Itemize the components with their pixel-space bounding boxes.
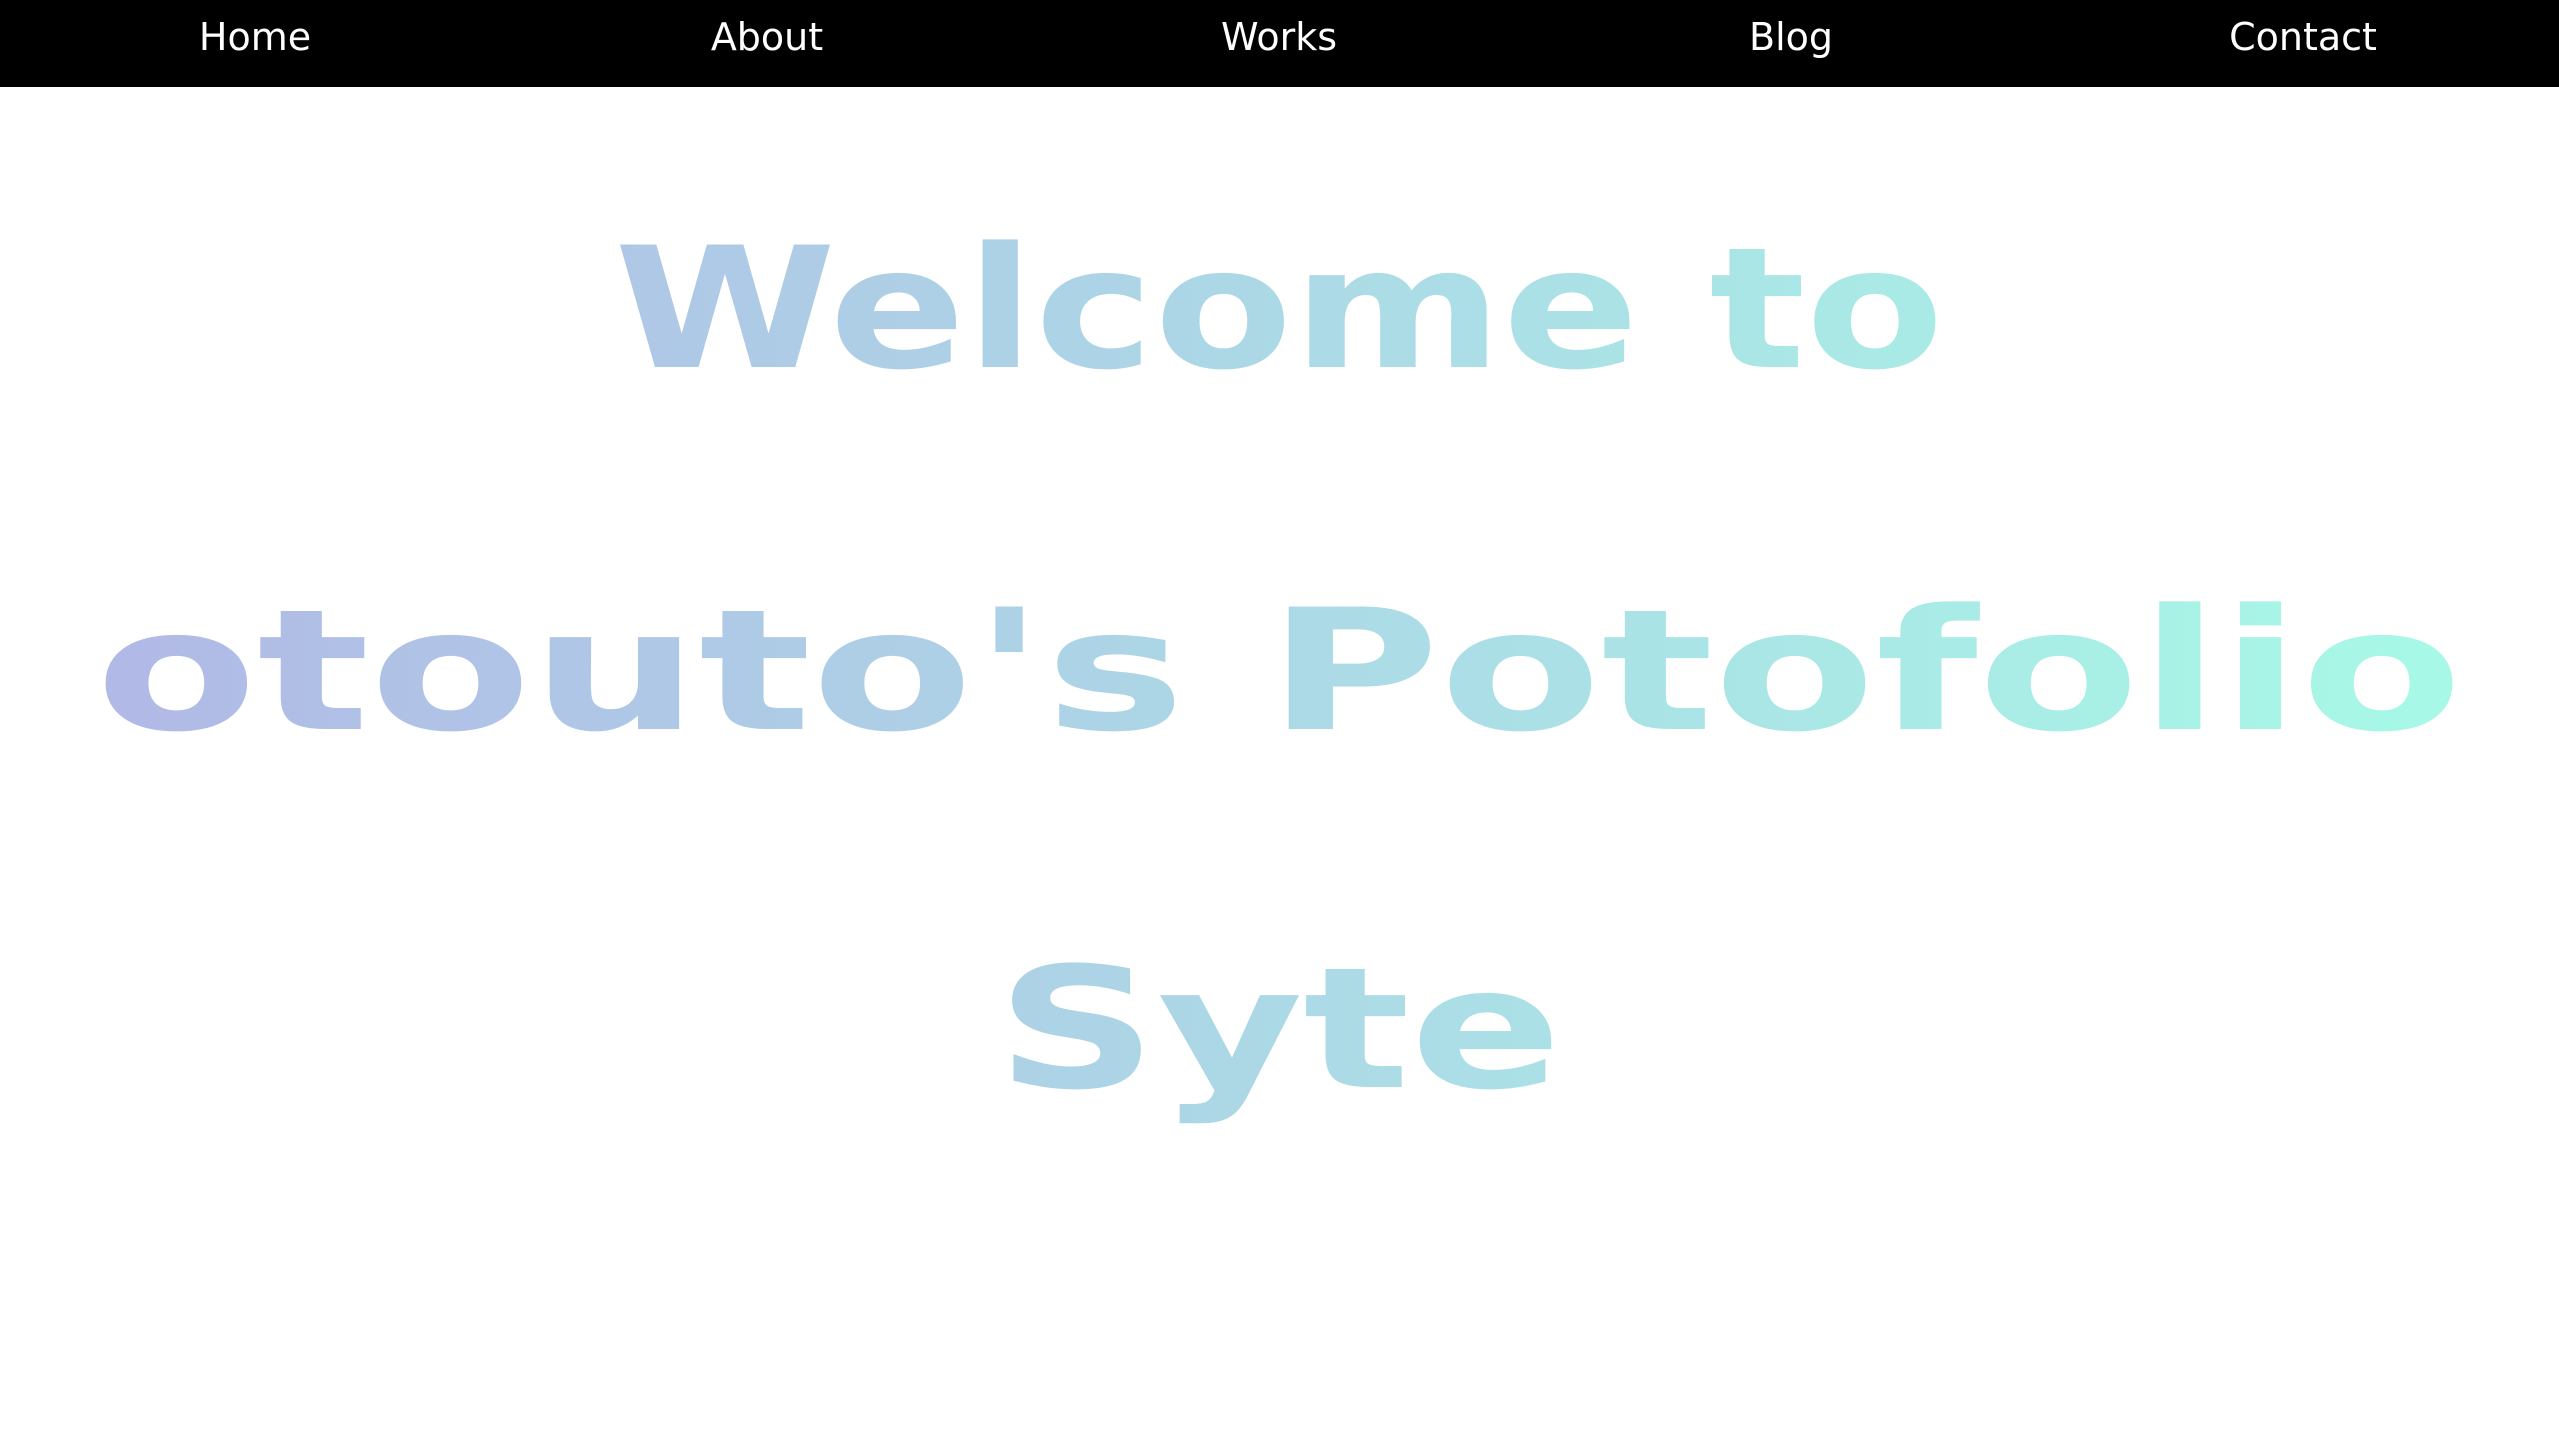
hero-title-line-3: Syte (996, 931, 1562, 1127)
nav-link-works[interactable]: Works (1129, 0, 1429, 74)
hero-section: Welcome to otouto's Potofolio Syte (0, 87, 2559, 1429)
hero-title-line-1: Welcome to (614, 211, 1944, 407)
nav-link-about[interactable]: About (617, 0, 917, 74)
hero-title-line-2: otouto's Potofolio (96, 573, 2463, 769)
nav-link-contact[interactable]: Contact (2153, 0, 2453, 74)
nav-link-blog[interactable]: Blog (1641, 0, 1941, 74)
nav-link-home[interactable]: Home (105, 0, 405, 74)
top-nav-bar: Home About Works Blog Contact (0, 0, 2559, 87)
hero-title-graphic: Welcome to otouto's Potofolio Syte (96, 211, 2463, 1127)
